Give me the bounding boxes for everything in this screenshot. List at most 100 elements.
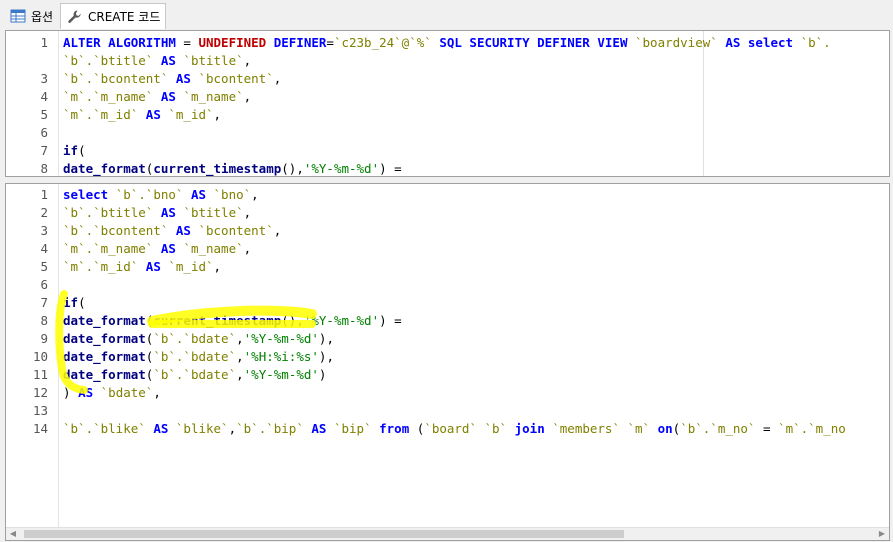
line-number: 4 xyxy=(40,241,48,256)
code-token: `b`.`bno` xyxy=(115,187,184,202)
code-token: , xyxy=(213,259,222,274)
code-line: `m`.`m_name` AS `m_name`, xyxy=(63,88,251,106)
code-token: `m`.`m_id` xyxy=(63,259,139,274)
code-line: `b`.`blike` AS `blike`,`b`.`bip` AS `bip… xyxy=(63,420,846,438)
line-number: 8 xyxy=(40,313,48,328)
scroll-left-arrow[interactable]: ◀ xyxy=(6,528,20,540)
code-line: date_format(current_timestamp(),'%Y-%m-%… xyxy=(63,312,402,330)
code-token: , xyxy=(236,349,244,364)
code-token: `b`.`bdate` xyxy=(153,367,237,382)
code-line: `b`.`bcontent` AS `bcontent`, xyxy=(63,70,281,88)
code-token: , xyxy=(236,331,244,346)
code-token: , xyxy=(243,241,252,256)
code-token: ( xyxy=(78,295,86,310)
code-token: UNDEFINED xyxy=(198,35,267,50)
create-code-editor-bottom[interactable]: 1 select `b`.`bno` AS `bno`, 2 `b`.`btitle`… xyxy=(5,183,890,541)
tab-create-code-label: CREATE 코드 xyxy=(88,10,161,24)
code-token: date_format xyxy=(63,331,146,346)
tab-create-code[interactable]: CREATE 코드 xyxy=(60,3,166,29)
code-token: DEFINER xyxy=(266,35,327,50)
line-number: 12 xyxy=(32,385,48,400)
code-token: '%H:%i:%s' xyxy=(243,349,319,364)
code-token: = xyxy=(755,421,779,436)
code-token: '%Y-%m-%d' xyxy=(303,313,380,328)
code-token: `bno` xyxy=(213,187,252,202)
code-token: '%Y-%m-%d' xyxy=(243,367,319,382)
code-token: = xyxy=(175,35,199,50)
code-line: ALTER ALGORITHM = UNDEFINED DEFINER=`c23… xyxy=(63,34,831,52)
code-token: `b`. xyxy=(800,35,831,50)
code-token: AS xyxy=(168,71,199,86)
tab-options[interactable]: 옵션 xyxy=(6,4,61,28)
code-token: , xyxy=(243,53,252,68)
tab-bar: 옵션 CREATE 코드 xyxy=(0,0,893,30)
code-token: (), xyxy=(281,313,304,328)
code-token: AS xyxy=(153,89,184,104)
code-token: , xyxy=(228,421,237,436)
code-line: `b`.`btitle` AS `btitle`, xyxy=(63,52,251,70)
code-token: `boardview` xyxy=(635,35,718,50)
code-token: `b`.`btitle` xyxy=(63,53,154,68)
code-token: AS xyxy=(138,259,169,274)
line-number: 1 xyxy=(40,35,48,50)
code-token: `b`.`bip` xyxy=(236,421,304,436)
code-token: date_format xyxy=(63,161,146,176)
line-number: 14 xyxy=(32,421,48,436)
create-code-editor-top[interactable]: 1 ALTER ALGORITHM = UNDEFINED DEFINER=`c2… xyxy=(5,30,890,177)
code-token: `b`.`bdate` xyxy=(153,349,237,364)
code-token: `bdate` xyxy=(100,385,154,400)
code-token: , xyxy=(243,205,252,220)
code-token: AS xyxy=(168,223,199,238)
code-line: date_format(`b`.`bdate`,'%Y-%m-%d') xyxy=(63,366,326,384)
line-number: 5 xyxy=(40,107,48,122)
code-token: ) = xyxy=(379,161,402,176)
code-token: , xyxy=(236,367,244,382)
code-line: `m`.`m_name` AS `m_name`, xyxy=(63,240,251,258)
code-line: `m`.`m_id` AS `m_id`, xyxy=(63,106,221,124)
horizontal-scrollbar[interactable]: ◀ ▶ xyxy=(6,527,889,540)
code-token: AS xyxy=(145,421,176,436)
code-token: `m`.`m_name` xyxy=(63,89,154,104)
code-token: ), xyxy=(318,349,334,364)
line-number: 10 xyxy=(32,349,48,364)
code-area[interactable]: 1 select `b`.`bno` AS `bno`, 2 `b`.`btitle`… xyxy=(6,184,889,540)
line-number: 3 xyxy=(40,223,48,238)
code-token: `b`.`blike` xyxy=(63,421,146,436)
code-token: , xyxy=(213,107,222,122)
scroll-right-arrow[interactable]: ▶ xyxy=(875,528,889,540)
code-token: date_format xyxy=(63,367,146,382)
line-number: 4 xyxy=(40,89,48,104)
line-number: 7 xyxy=(40,295,48,310)
code-line: date_format(`b`.`bdate`,'%H:%i:%s'), xyxy=(63,348,334,366)
code-token: '%Y-%m-%d' xyxy=(243,331,319,346)
code-token: , xyxy=(273,223,282,238)
code-token: '%Y-%m-%d' xyxy=(303,161,380,176)
code-area[interactable]: 1 ALTER ALGORITHM = UNDEFINED DEFINER=`c2… xyxy=(6,31,889,176)
code-token: , xyxy=(251,187,259,202)
code-line: `b`.`btitle` AS `btitle`, xyxy=(63,204,251,222)
code-token: date_format xyxy=(63,349,146,364)
line-number: 13 xyxy=(32,403,48,418)
code-token: date_format xyxy=(63,313,146,328)
code-token: AS xyxy=(153,241,184,256)
table-grid-icon xyxy=(10,9,26,23)
code-line: `m`.`m_id` AS `m_id`, xyxy=(63,258,221,276)
code-token: ) xyxy=(318,367,327,382)
code-token: `m`.`m_name` xyxy=(63,241,154,256)
code-token: `board` `b` xyxy=(424,421,508,436)
code-token: ), xyxy=(318,331,334,346)
line-number: 7 xyxy=(40,143,48,158)
code-token: `blike` xyxy=(175,421,229,436)
line-number: 6 xyxy=(40,125,48,140)
code-line: `b`.`bcontent` AS `bcontent`, xyxy=(63,222,281,240)
line-number: 11 xyxy=(32,367,48,382)
wrench-icon xyxy=(68,10,81,23)
line-number: 6 xyxy=(40,277,48,292)
code-token: AS select xyxy=(717,35,801,50)
code-line: if( xyxy=(63,294,86,312)
code-token: `m_id` xyxy=(168,259,214,274)
code-token: `m_id` xyxy=(168,107,214,122)
tab-options-label: 옵션 xyxy=(31,9,54,24)
code-token: `m`.`m_no xyxy=(778,421,846,436)
scrollbar-thumb[interactable] xyxy=(24,530,624,538)
